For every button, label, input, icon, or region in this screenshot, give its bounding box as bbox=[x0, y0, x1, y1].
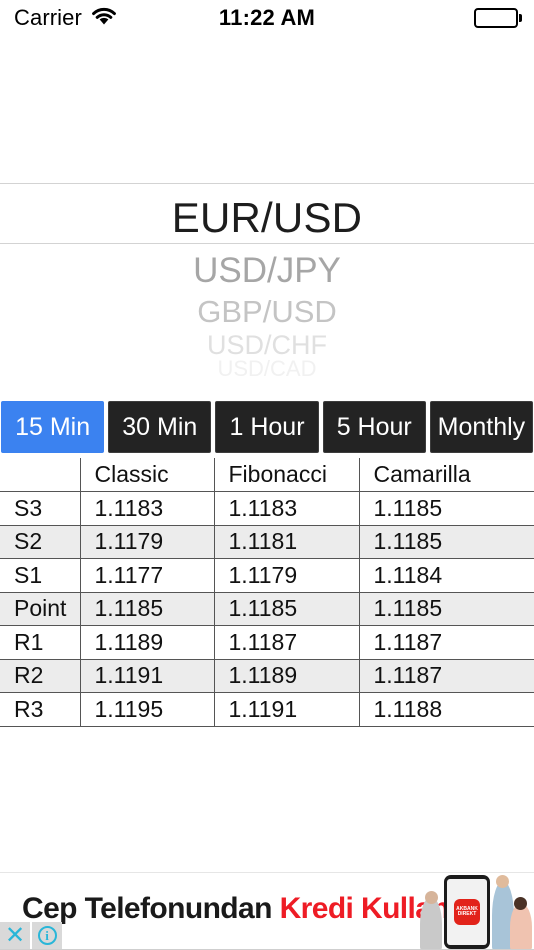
cell-classic: 1.1189 bbox=[79, 625, 214, 660]
table-row: R2 1.1191 1.1189 1.1187 bbox=[0, 659, 534, 693]
picker-item-next-2[interactable]: GBP/USD bbox=[0, 294, 534, 330]
status-bar: Carrier 11:22 AM bbox=[0, 0, 534, 36]
picker-selection-line-bottom bbox=[0, 243, 534, 244]
ad-headline: Cep Telefonundan Kredi Kullan! bbox=[22, 892, 459, 926]
ad-person-right bbox=[510, 903, 532, 949]
cell-classic: 1.1183 bbox=[79, 491, 214, 526]
table-header-fibonacci: Fibonacci bbox=[213, 458, 359, 492]
cell-fibonacci: 1.1181 bbox=[213, 525, 359, 559]
cell-camarilla: 1.1185 bbox=[358, 491, 534, 526]
cell-camarilla: 1.1185 bbox=[358, 592, 534, 626]
battery-full-icon bbox=[474, 8, 522, 28]
close-icon: ✕ bbox=[4, 921, 26, 949]
cell-classic: 1.1195 bbox=[79, 692, 214, 727]
picker-item-selected[interactable]: EUR/USD bbox=[0, 194, 534, 242]
timeframe-button-30min[interactable]: 30 Min bbox=[108, 401, 212, 453]
status-bar-right bbox=[474, 8, 522, 28]
cell-fibonacci: 1.1191 bbox=[213, 692, 359, 727]
cell-camarilla: 1.1185 bbox=[358, 525, 534, 559]
ad-person-right-head bbox=[514, 897, 527, 910]
timeframe-button-5hour[interactable]: 5 Hour bbox=[322, 401, 426, 453]
table-header-camarilla: Camarilla bbox=[358, 458, 534, 492]
cell-fibonacci: 1.1183 bbox=[213, 491, 359, 526]
table-row: S2 1.1179 1.1181 1.1185 bbox=[0, 525, 534, 559]
timeframe-segmented-control[interactable]: 15 Min 30 Min 1 Hour 5 Hour Monthly bbox=[0, 401, 534, 453]
cell-camarilla: 1.1187 bbox=[358, 659, 534, 693]
cell-fibonacci: 1.1189 bbox=[213, 659, 359, 693]
cell-camarilla: 1.1184 bbox=[358, 558, 534, 593]
row-level-label: Point bbox=[0, 592, 80, 626]
row-level-label: S3 bbox=[0, 491, 80, 526]
row-level-label: R2 bbox=[0, 659, 80, 693]
ad-phone-screen: AKBANK DIREKT bbox=[447, 879, 487, 945]
ad-person-left bbox=[420, 897, 442, 949]
pivot-points-table: Classic Fibonacci Camarilla S3 1.1183 1.… bbox=[0, 458, 534, 727]
row-level-label: S1 bbox=[0, 558, 80, 593]
table-header-row: Classic Fibonacci Camarilla bbox=[0, 458, 534, 492]
table-row: S1 1.1177 1.1179 1.1184 bbox=[0, 558, 534, 593]
timeframe-button-1hour[interactable]: 1 Hour bbox=[215, 401, 319, 453]
row-level-label: R1 bbox=[0, 625, 80, 660]
cell-classic: 1.1191 bbox=[79, 659, 214, 693]
table-row: Point 1.1185 1.1185 1.1185 bbox=[0, 592, 534, 626]
ad-close-button[interactable]: ✕ bbox=[0, 922, 30, 949]
cell-classic: 1.1185 bbox=[79, 592, 214, 626]
ad-app-icon: AKBANK DIREKT bbox=[454, 899, 480, 925]
cell-fibonacci: 1.1179 bbox=[213, 558, 359, 593]
table-header-classic: Classic bbox=[79, 458, 214, 492]
cell-camarilla: 1.1187 bbox=[358, 625, 534, 660]
row-level-label: S2 bbox=[0, 525, 80, 559]
row-level-label: R3 bbox=[0, 692, 80, 727]
cell-classic: 1.1177 bbox=[79, 558, 214, 593]
picker-item-next-4[interactable]: USD/CAD bbox=[0, 356, 534, 382]
ad-person-back-head bbox=[496, 875, 509, 888]
clock-label: 11:22 AM bbox=[218, 5, 316, 30]
timeframe-button-monthly[interactable]: Monthly bbox=[429, 401, 534, 453]
ad-app-icon-label: AKBANK DIREKT bbox=[456, 906, 478, 917]
currency-picker[interactable]: EUR/USD USD/JPY GBP/USD USD/CHF USD/CAD bbox=[0, 36, 534, 384]
cell-camarilla: 1.1188 bbox=[358, 692, 534, 727]
ad-banner[interactable]: Cep Telefonundan Kredi Kullan! AKBANK DI… bbox=[0, 872, 534, 950]
picker-item-next-1[interactable]: USD/JPY bbox=[0, 251, 534, 291]
cell-classic: 1.1179 bbox=[79, 525, 214, 559]
ad-person-left-head bbox=[425, 891, 438, 904]
ad-info-button[interactable]: i bbox=[32, 922, 62, 949]
ad-headline-primary: Cep Telefonundan bbox=[22, 892, 272, 925]
info-icon: i bbox=[37, 926, 57, 945]
table-header-corner bbox=[0, 458, 80, 492]
table-row: R1 1.1189 1.1187 1.1187 bbox=[0, 625, 534, 660]
cell-fibonacci: 1.1185 bbox=[213, 592, 359, 626]
table-row: S3 1.1183 1.1183 1.1185 bbox=[0, 491, 534, 526]
cell-fibonacci: 1.1187 bbox=[213, 625, 359, 660]
picker-selection-line-top bbox=[0, 183, 534, 184]
ad-phone-icon: AKBANK DIREKT bbox=[444, 875, 490, 949]
ad-controls: ✕ i bbox=[0, 922, 62, 949]
timeframe-button-15min[interactable]: 15 Min bbox=[1, 401, 105, 453]
ad-artwork: AKBANK DIREKT bbox=[414, 873, 534, 949]
app-root: Carrier 11:22 AM EUR/USD USD/JPY GBP/USD… bbox=[0, 0, 534, 950]
table-row: R3 1.1195 1.1191 1.1188 bbox=[0, 692, 534, 727]
